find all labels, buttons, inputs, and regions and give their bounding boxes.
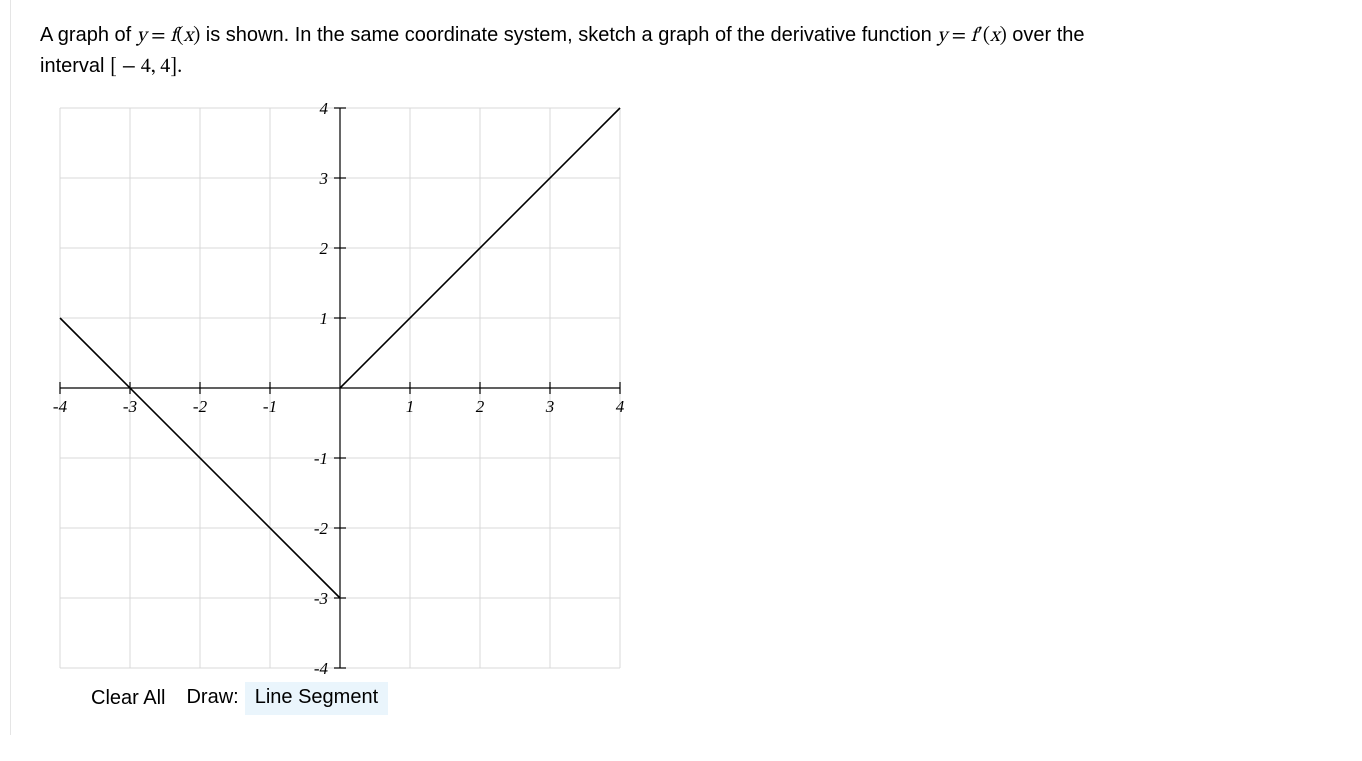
x-tick-label: 3 — [545, 397, 555, 416]
prompt-eq-2: = — [947, 26, 971, 46]
prompt-open-1: ( — [176, 26, 183, 46]
x-tick-label: -4 — [53, 397, 68, 416]
question-prompt: A graph of y = f(x) is shown. In the sam… — [40, 20, 1140, 82]
draw-label: Draw: — [176, 682, 244, 715]
prompt-int-comma: , — [151, 57, 161, 77]
y-tick-label: 1 — [320, 309, 329, 328]
prompt-int-minus: − — [117, 57, 141, 77]
y-tick-label: 4 — [320, 99, 329, 118]
draw-toolbar: Clear All Draw: Line Segment — [80, 682, 1322, 715]
y-tick-label: -3 — [314, 589, 328, 608]
x-tick-label: 1 — [406, 397, 415, 416]
prompt-period: . — [177, 57, 182, 77]
y-tick-label: -4 — [314, 659, 329, 678]
prompt-int-open: [ — [110, 57, 117, 77]
prompt-x-2: x — [990, 26, 1000, 46]
draw-tool-line-segment[interactable]: Line Segment — [245, 682, 388, 715]
x-tick-label: 2 — [476, 397, 485, 416]
prompt-eq-1: = — [146, 26, 170, 46]
prompt-y-var: y — [137, 26, 147, 46]
graph-canvas-container: -4 -3 -2 -1 1 2 3 4 -4 -3 -2 -1 1 2 3 4 Clear All Draw:… — [50, 98, 1322, 715]
prompt-text-2: is shown. In the same coordinate system,… — [200, 24, 937, 46]
y-tick-label: 2 — [320, 239, 329, 258]
x-tick-label: 4 — [616, 397, 625, 416]
clear-all-button[interactable]: Clear All — [80, 682, 176, 715]
x-tick-label: -3 — [123, 397, 137, 416]
prompt-y-var-2: y — [937, 26, 947, 46]
graph-canvas[interactable]: -4 -3 -2 -1 1 2 3 4 -4 -3 -2 -1 1 2 3 4 — [50, 98, 630, 678]
y-tick-label: -1 — [314, 449, 328, 468]
x-tick-label: -1 — [263, 397, 277, 416]
y-tick-label: 3 — [319, 169, 329, 188]
prompt-text-1: A graph of — [40, 24, 137, 46]
prompt-int-a: 4 — [141, 57, 151, 77]
prompt-int-b: 4 — [160, 57, 170, 77]
prompt-x-1: x — [184, 26, 194, 46]
x-tick-label: -2 — [193, 397, 208, 416]
prompt-close-2: ) — [1000, 26, 1007, 46]
y-tick-label: -2 — [314, 519, 329, 538]
prompt-open-2: ( — [983, 26, 990, 46]
